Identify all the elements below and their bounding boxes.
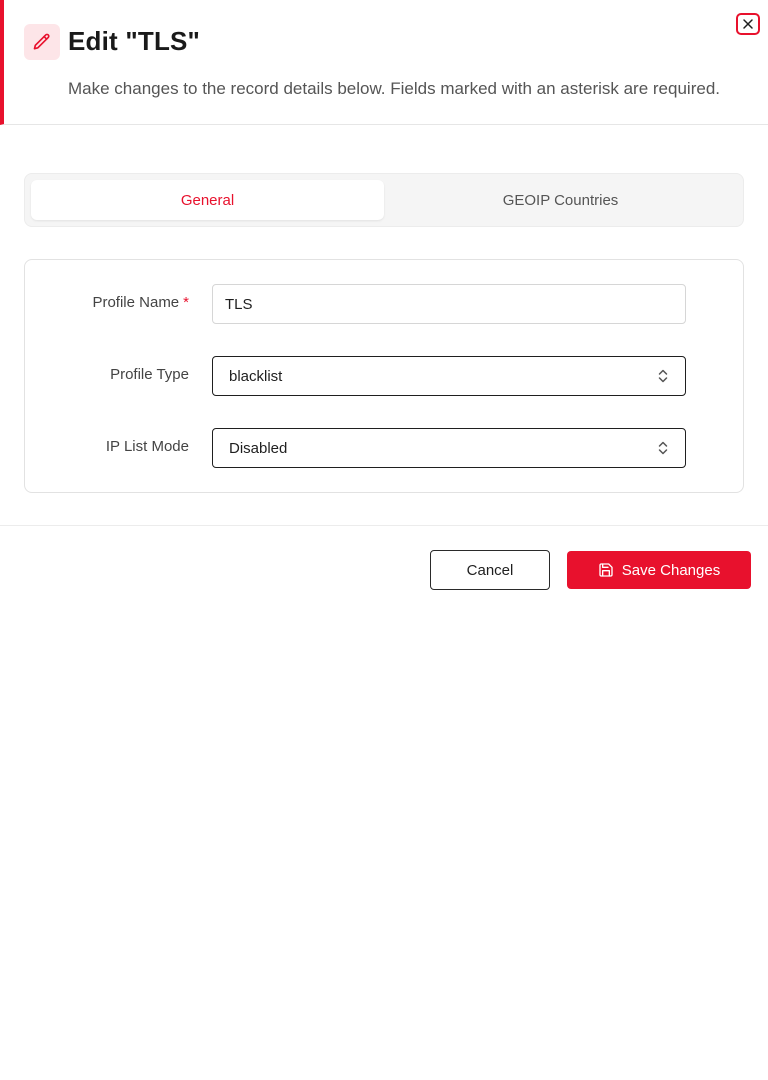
- tab-bar: General GEOIP Countries: [24, 173, 744, 227]
- dialog-header: Edit "TLS" Make changes to the record de…: [0, 0, 768, 125]
- tab-geoip-countries[interactable]: GEOIP Countries: [384, 180, 737, 220]
- cancel-button[interactable]: Cancel: [430, 550, 550, 590]
- profile-name-value: TLS: [225, 295, 253, 313]
- dialog-subtitle: Make changes to the record details below…: [68, 79, 720, 98]
- tab-general[interactable]: General: [31, 180, 384, 220]
- profile-type-select[interactable]: blacklist: [212, 356, 686, 396]
- save-icon: [599, 563, 613, 577]
- profile-type-value: blacklist: [229, 367, 283, 385]
- ip-list-mode-label: IP List Mode: [105, 438, 189, 455]
- profile-name-label-text: Profile Name: [92, 294, 180, 311]
- close-icon: [743, 19, 753, 29]
- required-asterisk: *: [183, 294, 189, 311]
- dialog-footer: Cancel Save Changes: [0, 525, 768, 610]
- chevron-up-down-icon: [658, 441, 668, 455]
- ip-list-mode-value: Disabled: [229, 439, 288, 457]
- ip-list-mode-select[interactable]: Disabled: [212, 428, 686, 468]
- pencil-icon: [24, 24, 60, 60]
- profile-name-label: Profile Name *: [49, 294, 189, 311]
- profile-name-input[interactable]: TLS: [212, 284, 686, 324]
- chevron-up-down-icon: [658, 369, 668, 383]
- save-changes-button[interactable]: Save Changes: [567, 551, 751, 589]
- general-form: Profile Name * TLS Profile Type blacklist…: [24, 259, 744, 493]
- profile-type-label: Profile Type: [110, 366, 189, 383]
- save-changes-label: Save Changes: [621, 561, 721, 579]
- dialog-title: Edit "TLS": [68, 26, 201, 56]
- close-button[interactable]: [736, 13, 760, 35]
